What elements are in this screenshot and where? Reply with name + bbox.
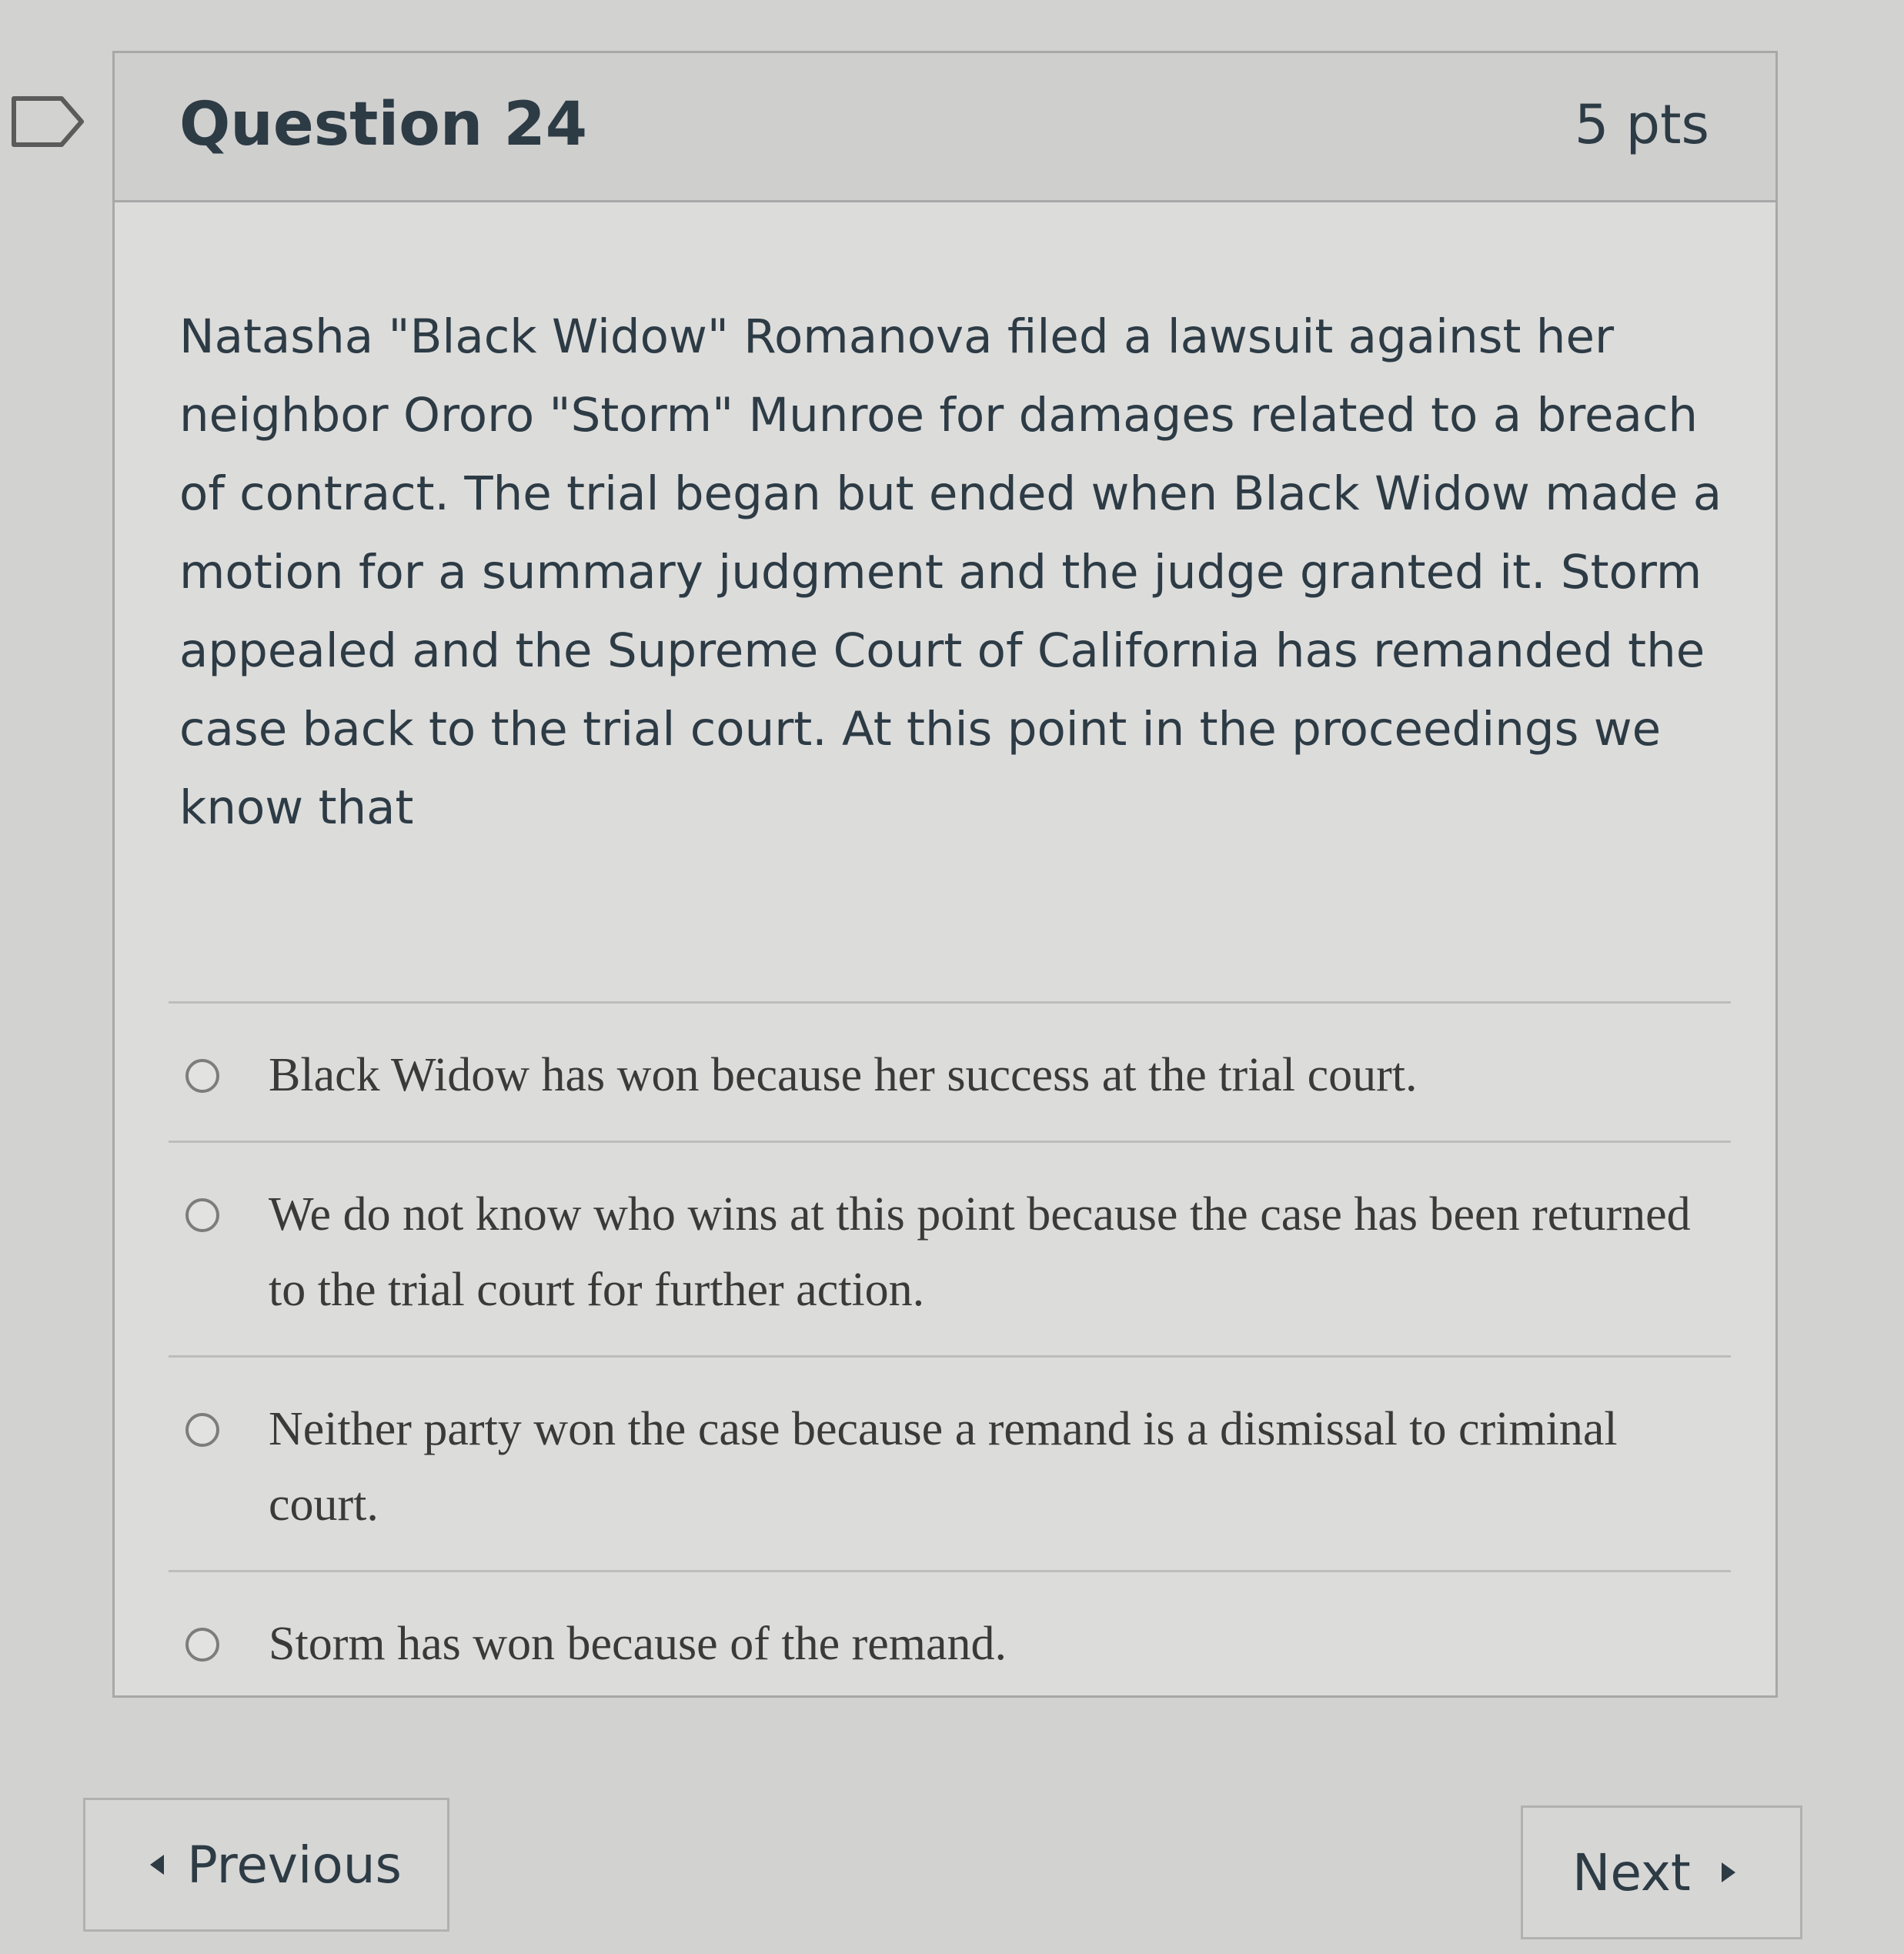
- answer-label: Storm has won because of the remand.: [269, 1618, 1007, 1670]
- answer-list: Black Widow has won because her success …: [169, 1001, 1731, 1709]
- caret-right-icon: [1721, 1862, 1735, 1882]
- radio-button-icon[interactable]: [185, 1059, 219, 1093]
- radio-button-icon[interactable]: [185, 1198, 219, 1232]
- answer-option-4[interactable]: Storm has won because of the remand.: [169, 1570, 1731, 1709]
- answer-label: Black Widow has won because her success …: [269, 1049, 1418, 1101]
- previous-label: Previous: [187, 1835, 402, 1895]
- answer-label: Neither party won the case because a rem…: [269, 1403, 1618, 1531]
- question-title: Question 24: [179, 90, 588, 159]
- radio-button-icon[interactable]: [185, 1413, 219, 1447]
- answer-label: We do not know who wins at this point be…: [269, 1188, 1691, 1316]
- answer-option-1[interactable]: Black Widow has won because her success …: [169, 1001, 1731, 1141]
- answer-option-2[interactable]: We do not know who wins at this point be…: [169, 1141, 1731, 1355]
- next-button[interactable]: Next: [1521, 1805, 1802, 1939]
- previous-button[interactable]: Previous: [83, 1798, 449, 1932]
- question-text: Natasha "Black Widow" Romanova filed a l…: [179, 309, 1722, 835]
- question-header: Question 24 5 pts: [115, 53, 1775, 202]
- caret-left-icon: [150, 1855, 164, 1875]
- radio-button-icon[interactable]: [185, 1628, 219, 1662]
- next-label: Next: [1572, 1842, 1691, 1902]
- question-card: Question 24 5 pts Natasha "Black Widow" …: [112, 51, 1778, 1698]
- answer-option-3[interactable]: Neither party won the case because a rem…: [169, 1355, 1731, 1570]
- question-points: 5 pts: [1574, 93, 1709, 156]
- flag-question-icon[interactable]: [11, 95, 85, 148]
